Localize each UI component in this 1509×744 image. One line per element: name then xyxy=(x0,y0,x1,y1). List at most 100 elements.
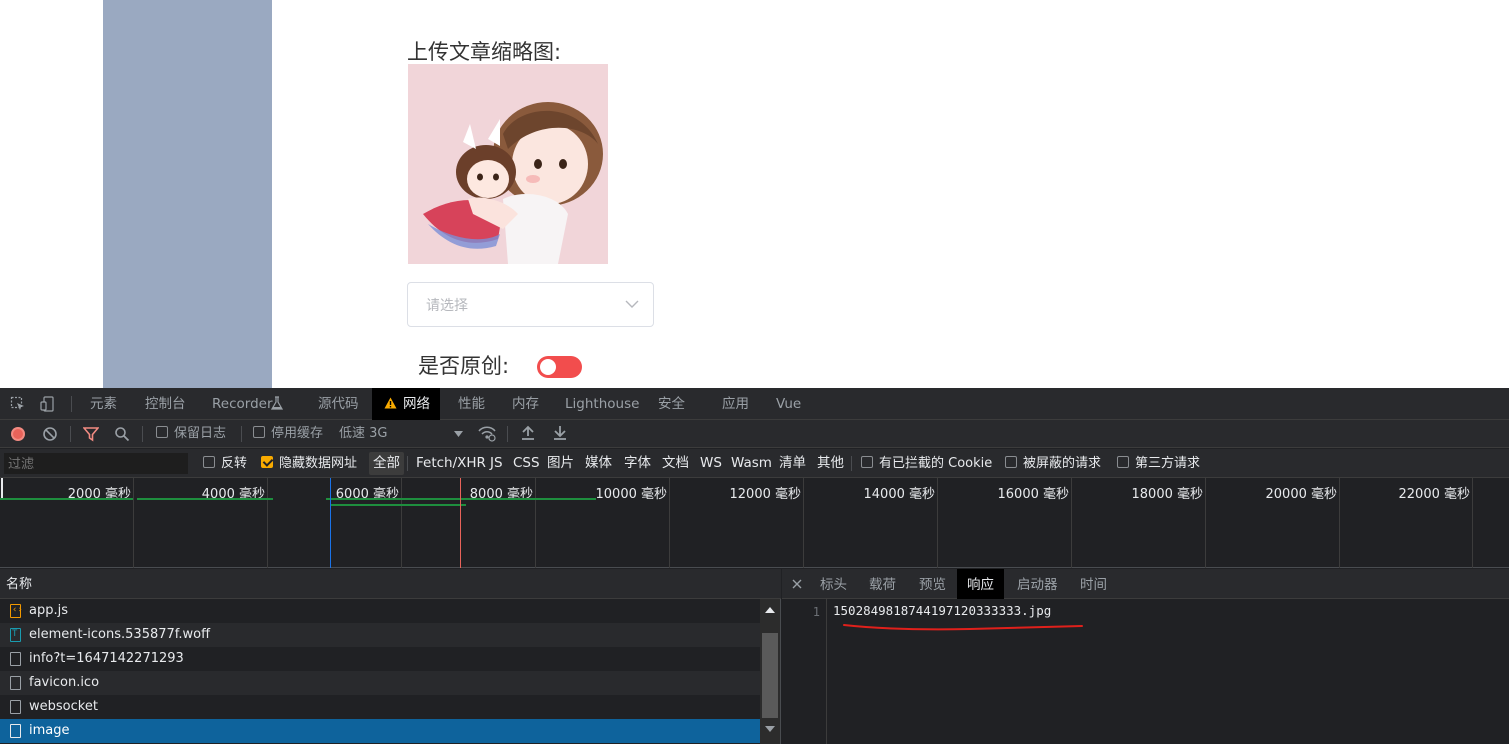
disable-cache-label: 停用缓存 xyxy=(271,426,324,441)
scroll-up-arrow-icon[interactable] xyxy=(765,607,775,613)
tab-console[interactable]: 控制台 xyxy=(145,388,186,420)
network-overview-timeline[interactable]: 2000 毫秒 4000 毫秒 6000 毫秒 8000 毫秒 10000 毫秒… xyxy=(0,478,1509,568)
checkbox-box xyxy=(253,426,265,438)
tab-elements[interactable]: 元素 xyxy=(90,388,117,420)
preserve-log-label: 保留日志 xyxy=(174,426,227,441)
illustration-image xyxy=(408,64,608,264)
import-har-icon[interactable] xyxy=(521,425,535,441)
filter-type-doc[interactable]: 文档 xyxy=(662,449,689,478)
request-detail-panel: 标头 载荷 预览 响应 启动器 时间 1 1502849818744197120… xyxy=(782,569,1509,744)
tab-security[interactable]: 安全 xyxy=(658,388,685,420)
filter-type-ws[interactable]: WS xyxy=(700,449,722,478)
grid-line xyxy=(133,478,134,568)
request-name: info?t=1647142271293 xyxy=(29,651,184,666)
tab-recorder[interactable]: Recorder xyxy=(212,388,273,420)
blocked-cookies-checkbox[interactable]: 有已拦截的 Cookie xyxy=(861,449,992,478)
grid-line xyxy=(937,478,938,568)
grid-line xyxy=(803,478,804,568)
search-icon[interactable] xyxy=(114,426,130,442)
request-name: app.js xyxy=(29,603,68,618)
preserve-log-checkbox[interactable]: 保留日志 xyxy=(156,420,226,448)
thumbnail-image[interactable] xyxy=(408,64,608,264)
filter-type-img[interactable]: 图片 xyxy=(547,449,574,478)
request-bar xyxy=(137,498,273,500)
filter-type-wasm[interactable]: Wasm xyxy=(731,449,772,478)
checkbox-box xyxy=(861,456,873,468)
request-list-scrollbar[interactable] xyxy=(760,599,780,744)
request-row[interactable]: ‹› app.js xyxy=(0,599,760,623)
filter-icon[interactable] xyxy=(83,426,99,442)
filter-type-manifest[interactable]: 清单 xyxy=(779,449,806,478)
hide-data-urls-checkbox[interactable]: 隐藏数据网址 xyxy=(261,449,357,478)
device-toolbar-icon[interactable] xyxy=(40,396,56,412)
response-body[interactable]: 1502849818744197120333333.jpg xyxy=(833,603,1051,618)
divider xyxy=(241,426,242,442)
request-bar xyxy=(0,498,133,500)
tab-memory[interactable]: 内存 xyxy=(512,388,539,420)
disable-cache-checkbox[interactable]: 停用缓存 xyxy=(253,420,323,448)
column-name-header[interactable]: 名称 xyxy=(0,569,781,599)
filter-type-font[interactable]: 字体 xyxy=(624,449,651,478)
scroll-down-arrow-icon[interactable] xyxy=(765,726,775,732)
inspect-element-icon[interactable] xyxy=(10,396,26,412)
request-row[interactable]: info?t=1647142271293 xyxy=(0,647,760,671)
tab-vue[interactable]: Vue xyxy=(776,388,801,420)
original-toggle-switch[interactable] xyxy=(537,356,582,378)
clear-icon[interactable] xyxy=(42,426,58,442)
tick-label: 20000 毫秒 xyxy=(1265,487,1338,502)
filter-type-fetch-xhr[interactable]: Fetch/XHR xyxy=(416,449,486,478)
third-party-checkbox[interactable]: 第三方请求 xyxy=(1117,449,1200,478)
tab-preview[interactable]: 预览 xyxy=(919,569,946,599)
hide-data-urls-label: 隐藏数据网址 xyxy=(279,456,358,471)
filter-type-media[interactable]: 媒体 xyxy=(585,449,612,478)
tab-application[interactable]: 应用 xyxy=(722,388,749,420)
tick-label: 22000 毫秒 xyxy=(1398,487,1471,502)
blocked-cookies-label: 有已拦截的 Cookie xyxy=(879,456,993,471)
tab-payload[interactable]: 载荷 xyxy=(869,569,896,599)
grid-line xyxy=(1071,478,1072,568)
select-placeholder: 请选择 xyxy=(426,298,468,314)
request-name: element-icons.535877f.woff xyxy=(29,627,211,642)
web-page: 上传文章缩略图: 请选择 是否原创: xyxy=(0,0,1509,388)
request-row[interactable]: websocket xyxy=(0,695,760,719)
category-select[interactable]: 请选择 xyxy=(407,282,654,327)
filter-bar: 反转 隐藏数据网址 全部 Fetch/XHR JS CSS 图片 媒体 字体 文… xyxy=(0,449,1509,478)
filter-input[interactable] xyxy=(4,453,188,474)
warning-icon xyxy=(384,397,397,409)
upload-thumbnail-label: 上传文章缩略图: xyxy=(407,40,562,64)
checkbox-box xyxy=(203,456,215,468)
tab-timing[interactable]: 时间 xyxy=(1080,569,1107,599)
tab-sources[interactable]: 源代码 xyxy=(318,388,359,420)
checkbox-box xyxy=(156,426,168,438)
network-conditions-icon[interactable] xyxy=(478,425,496,442)
blocked-requests-checkbox[interactable]: 被屏蔽的请求 xyxy=(1005,449,1101,478)
divider xyxy=(142,426,143,442)
original-label: 是否原创: xyxy=(418,354,510,378)
filter-type-all[interactable]: 全部 xyxy=(369,452,404,475)
filter-type-other[interactable]: 其他 xyxy=(817,449,844,478)
network-toolbar: 保留日志 停用缓存 低速 3G xyxy=(0,420,1509,448)
tab-network[interactable]: 网络 xyxy=(372,388,440,420)
invert-checkbox[interactable]: 反转 xyxy=(203,449,247,478)
divider xyxy=(851,456,852,471)
tab-response[interactable]: 响应 xyxy=(957,569,1004,599)
document-file-icon xyxy=(10,652,21,666)
record-icon[interactable] xyxy=(10,426,26,442)
tab-performance[interactable]: 性能 xyxy=(458,388,485,420)
filter-type-js[interactable]: JS xyxy=(490,449,503,478)
scroll-thumb[interactable] xyxy=(762,633,778,718)
tab-headers[interactable]: 标头 xyxy=(820,569,847,599)
checkbox-checked xyxy=(261,456,273,468)
request-row[interactable]: favicon.ico xyxy=(0,671,760,695)
throttling-select[interactable]: 低速 3G xyxy=(339,420,465,448)
filter-type-css[interactable]: CSS xyxy=(513,449,540,478)
grid-line xyxy=(1472,478,1473,568)
tab-lighthouse[interactable]: Lighthouse xyxy=(565,388,639,420)
tab-initiator[interactable]: 启动器 xyxy=(1017,569,1058,599)
request-row[interactable]: T element-icons.535877f.woff xyxy=(0,623,760,647)
close-icon[interactable] xyxy=(792,579,802,589)
request-row-selected[interactable]: image xyxy=(0,719,760,743)
export-har-icon[interactable] xyxy=(553,425,567,441)
request-name: image xyxy=(29,723,70,738)
grid-line xyxy=(669,478,670,568)
